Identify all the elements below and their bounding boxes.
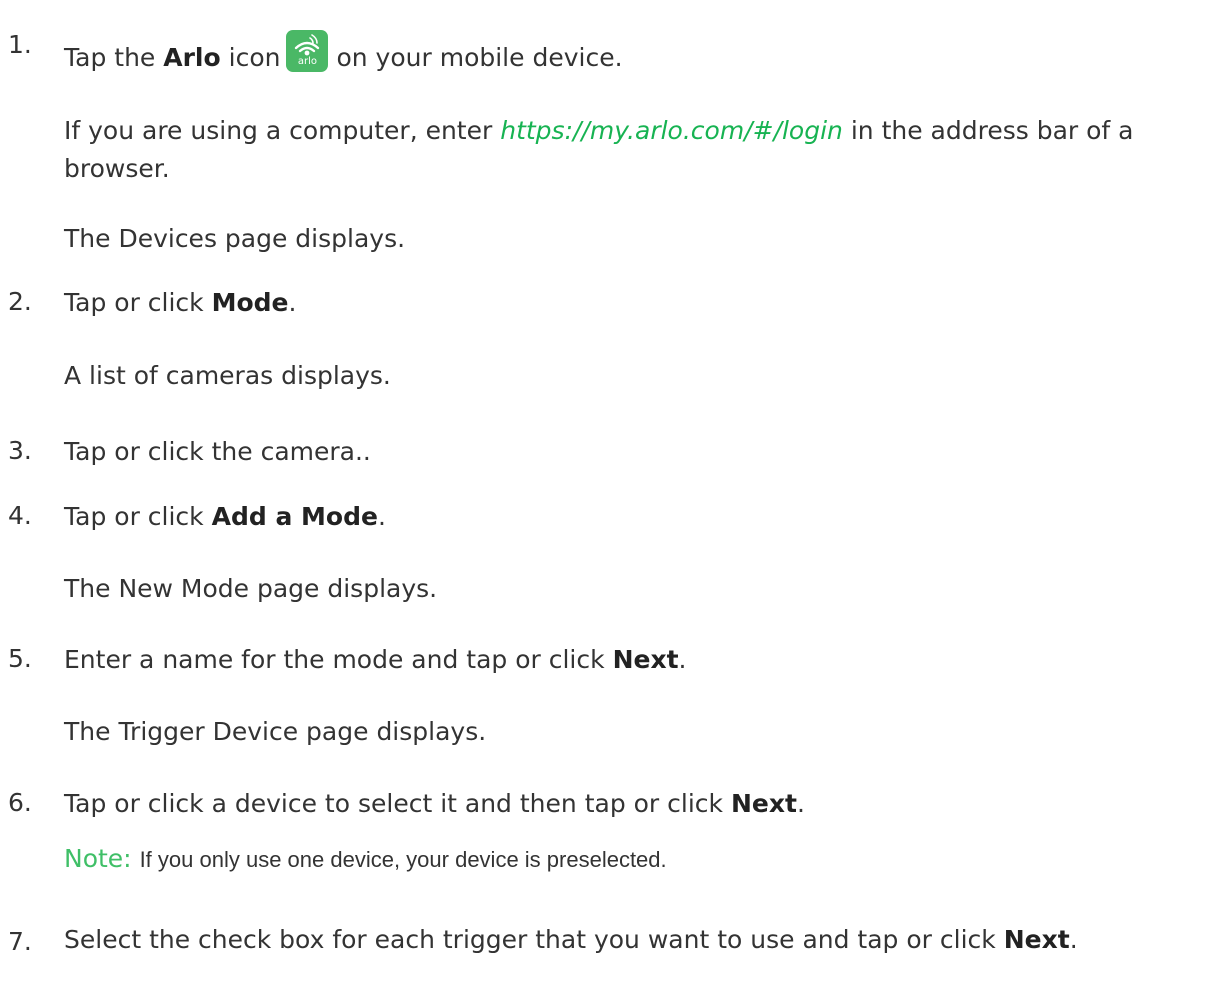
step-4-result: The New Mode page displays. bbox=[64, 574, 438, 603]
step-number: 6. bbox=[8, 788, 32, 817]
step-text: Tap or click a device to select it and t… bbox=[64, 789, 805, 818]
step-text: Tap or click the camera.. bbox=[64, 437, 371, 466]
step-number: 3. bbox=[8, 436, 32, 465]
next-label: Next bbox=[612, 645, 679, 674]
step-5-result: The Trigger Device page displays. bbox=[64, 717, 487, 746]
step-text: Tap or click Add a Mode. bbox=[64, 502, 386, 531]
step-1-result: The Devices page displays. bbox=[64, 224, 406, 253]
step-text: Tap or click Mode. bbox=[64, 288, 297, 317]
next-label: Next bbox=[730, 789, 797, 818]
step-number: 2. bbox=[8, 287, 32, 316]
step-number: 7. bbox=[8, 927, 32, 956]
next-label: Next bbox=[1003, 925, 1070, 954]
step-2-result: A list of cameras displays. bbox=[64, 361, 391, 390]
arlo-app-icon: arlo bbox=[286, 30, 329, 72]
app-name: Arlo bbox=[163, 43, 221, 72]
add-mode-label: Add a Mode bbox=[211, 502, 378, 531]
step-1-computer-note: If you are using a computer, enter https… bbox=[64, 116, 1134, 183]
instruction-document: 1. Tap the Arlo icon arlo on your mobile d… bbox=[0, 0, 1206, 983]
step-number: 1. bbox=[8, 30, 32, 59]
step-number: 4. bbox=[8, 501, 32, 530]
note-label: Note: bbox=[64, 844, 132, 873]
step-text: Enter a name for the mode and tap or cli… bbox=[64, 645, 687, 674]
step-6-note: Note: If you only use one device, your d… bbox=[64, 843, 667, 876]
note-text: If you only use one device, your device … bbox=[139, 847, 667, 872]
login-url-link[interactable]: https://my.arlo.com/#/login bbox=[500, 116, 843, 145]
step-text: Select the check box for each trigger th… bbox=[64, 925, 1078, 954]
step-text: Tap the Arlo icon arlo on your mobile devi… bbox=[64, 30, 623, 74]
mode-label: Mode bbox=[211, 288, 289, 317]
step-number: 5. bbox=[8, 644, 32, 673]
